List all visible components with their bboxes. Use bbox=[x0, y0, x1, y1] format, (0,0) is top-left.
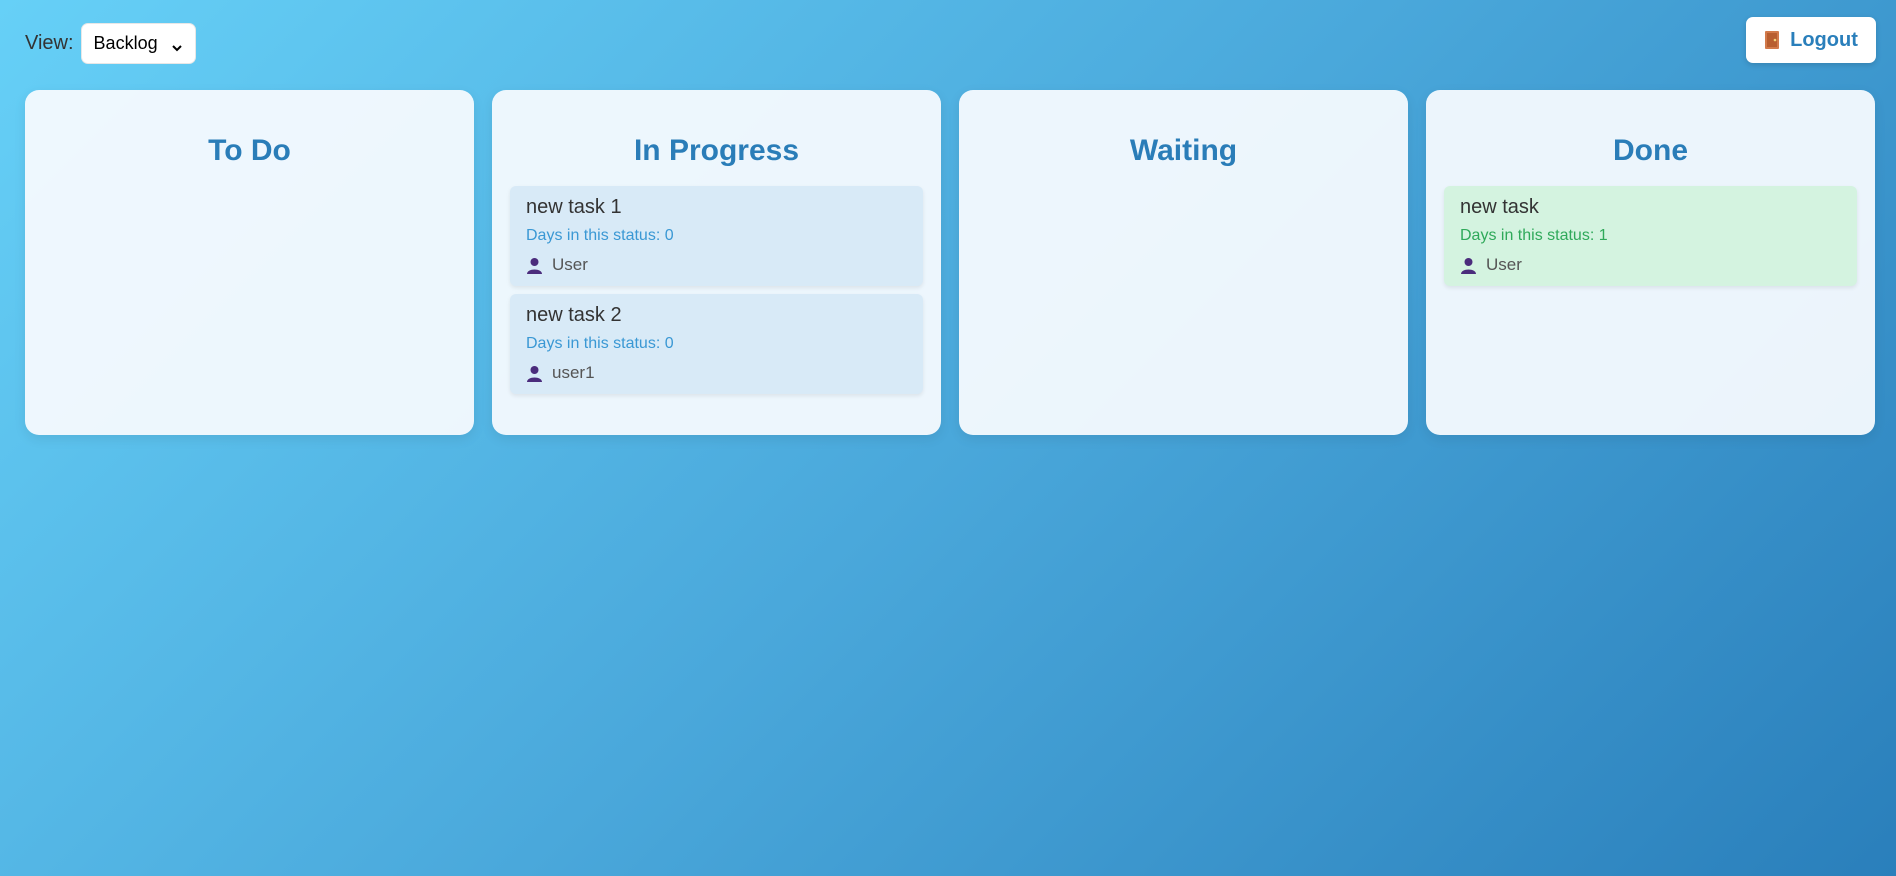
task-title: new task 1 bbox=[526, 196, 622, 218]
column-title: Done bbox=[1613, 134, 1688, 167]
task-card[interactable]: new task Days in this status: 1 User bbox=[1444, 186, 1857, 286]
column-title: To Do bbox=[208, 134, 291, 167]
task-title: new task bbox=[1460, 196, 1539, 218]
task-card[interactable]: new task 1 Days in this status: 0 User bbox=[510, 186, 923, 286]
user-icon bbox=[1460, 257, 1477, 274]
task-card[interactable]: new task 2 Days in this status: 0 user1 bbox=[510, 294, 923, 394]
task-days-in-status: Days in this status: 0 bbox=[526, 335, 674, 352]
kanban-board: To Do In Progress new task 1 Days in thi… bbox=[25, 90, 1875, 435]
task-assignee-name: user1 bbox=[552, 363, 595, 382]
task-days-in-status: Days in this status: 1 bbox=[1460, 227, 1608, 244]
task-days-in-status: Days in this status: 0 bbox=[526, 227, 674, 244]
chevron-down-icon bbox=[171, 38, 183, 51]
door-icon bbox=[1764, 30, 1780, 50]
column-waiting: Waiting bbox=[959, 90, 1408, 435]
column-done: Done new task Days in this status: 1 Use… bbox=[1426, 90, 1875, 435]
view-label: View: bbox=[25, 32, 74, 54]
column-title: In Progress bbox=[633, 134, 800, 167]
logout-label: Logout bbox=[1790, 28, 1858, 51]
column-in-progress: In Progress new task 1 Days in this stat… bbox=[492, 90, 941, 435]
view-selector-bar: View: Backlog bbox=[25, 23, 196, 64]
task-assignee-name: User bbox=[1486, 255, 1522, 274]
view-select-value: Backlog bbox=[93, 33, 158, 53]
task-assignee: User bbox=[1460, 255, 1841, 275]
column-title: Waiting bbox=[1129, 134, 1238, 167]
task-assignee: user1 bbox=[526, 363, 907, 383]
task-assignee: User bbox=[526, 255, 907, 275]
user-icon bbox=[526, 365, 543, 382]
column-todo: To Do bbox=[25, 90, 474, 435]
user-icon bbox=[526, 257, 543, 274]
task-assignee-name: User bbox=[552, 255, 588, 274]
logout-button[interactable]: Logout bbox=[1746, 17, 1876, 63]
task-title: new task 2 bbox=[526, 304, 622, 326]
view-select[interactable]: Backlog bbox=[80, 23, 196, 64]
